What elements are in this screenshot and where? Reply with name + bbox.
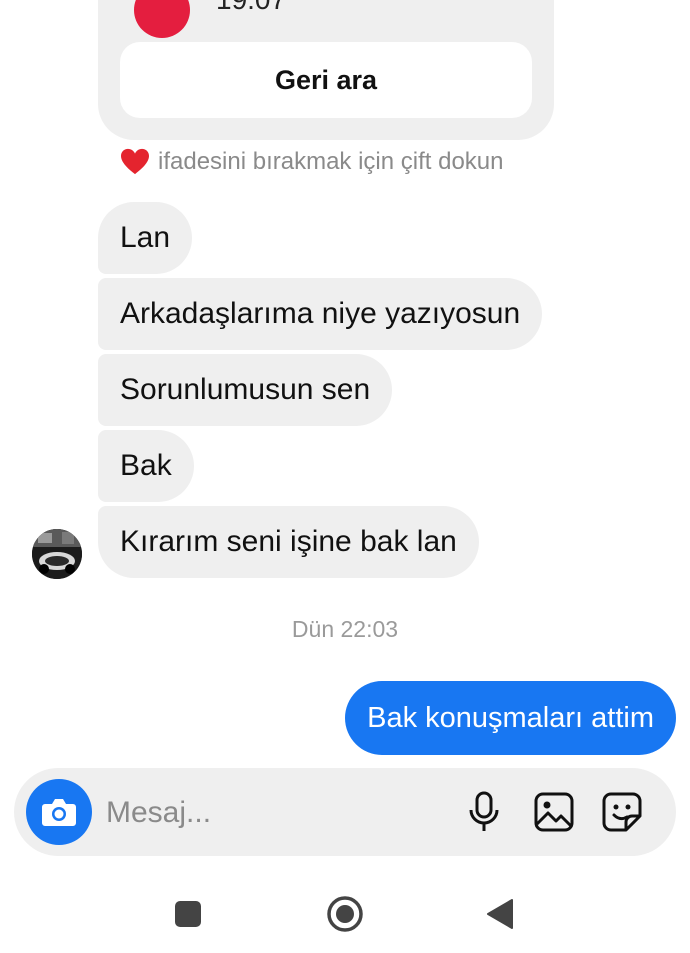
incoming-message[interactable]: Sorunlumusun sen [98, 354, 393, 426]
missed-call-card: 19:07 Geri ara [98, 0, 554, 140]
sticker-button[interactable] [600, 790, 644, 834]
message-input[interactable] [106, 790, 436, 836]
back-button[interactable] [480, 894, 520, 934]
incoming-message[interactable]: Bak [98, 430, 194, 502]
camera-button[interactable] [26, 779, 92, 845]
call-time: 19:07 [216, 0, 286, 16]
call-icon [134, 0, 190, 38]
outgoing-message[interactable]: Bak konuşmaları attim [345, 681, 676, 755]
heart-icon [121, 148, 149, 175]
incoming-message[interactable]: Lan [98, 202, 193, 274]
back-icon [487, 899, 513, 929]
reaction-hint: ifadesini bırakmak için çift dokun [120, 148, 504, 176]
system-nav-bar [0, 870, 690, 953]
recents-icon [175, 901, 201, 927]
incoming-message[interactable]: Arkadaşlarıma niye yazıyosun [98, 278, 543, 350]
microphone-icon [469, 791, 499, 831]
chat-screen: 19:07 Geri ara ifadesini bırakmak için ç… [0, 0, 690, 953]
callback-button[interactable]: Geri ara [120, 42, 532, 118]
home-icon [327, 896, 363, 932]
incoming-message[interactable]: Kırarım seni işine bak lan [98, 506, 479, 578]
sticker-icon [602, 792, 642, 832]
gallery-button[interactable] [532, 790, 576, 834]
camera-icon [42, 799, 76, 826]
home-button[interactable] [325, 894, 365, 934]
recents-button[interactable] [168, 894, 208, 934]
avatar-image [32, 529, 82, 579]
message-timestamp: Dün 22:03 [291, 616, 399, 642]
message-composer [14, 768, 676, 856]
reaction-hint-text: ifadesini bırakmak için çift dokun [158, 148, 504, 175]
gallery-icon [534, 792, 574, 832]
microphone-button[interactable] [462, 790, 506, 834]
avatar[interactable] [32, 529, 82, 579]
